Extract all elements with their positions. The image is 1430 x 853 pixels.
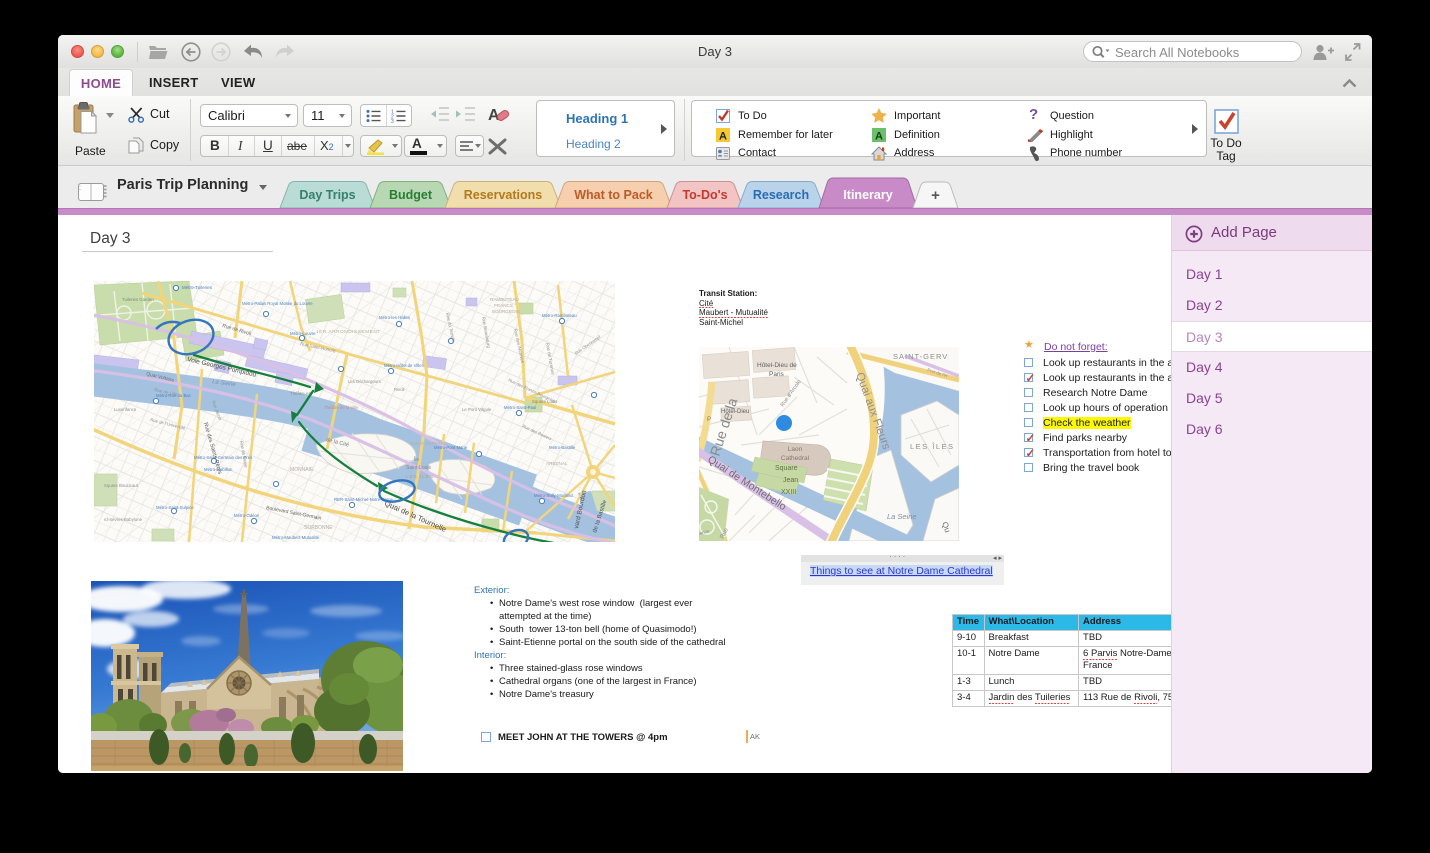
- svg-text:Day Trips: Day Trips: [299, 188, 355, 202]
- svg-text:Cathedral: Cathedral: [781, 455, 810, 462]
- svg-text:Jean: Jean: [783, 477, 798, 484]
- svg-text:Square: Square: [775, 465, 798, 472]
- svg-text:Laon: Laon: [788, 446, 803, 453]
- svg-text:Paris: Paris: [769, 371, 785, 378]
- svg-text:A: A: [719, 131, 727, 143]
- svg-text:BOURGEOIS: BOURGEOIS: [492, 309, 520, 314]
- svg-text:SAINT-GERV: SAINT-GERV: [893, 352, 948, 361]
- svg-text:Métro-Louvre: Métro-Louvre: [290, 331, 316, 336]
- svg-text:Saint-Louis: Saint-Louis: [406, 465, 432, 471]
- svg-text:Métro-Hôtel de Ville: Métro-Hôtel de Ville: [384, 363, 422, 368]
- svg-text:Luxenfance: Luxenfance: [114, 407, 137, 412]
- svg-text:Métro-les Halles: Métro-les Halles: [379, 315, 410, 320]
- svg-text:Métro-Saint-Paul: Métro-Saint-Paul: [504, 405, 536, 410]
- svg-text:XXIII: XXIII: [781, 489, 796, 496]
- svg-text:Hôtel-Dieu de: Hôtel-Dieu de: [757, 362, 797, 369]
- svg-text:Research: Research: [753, 188, 809, 202]
- svg-text:SAINT-GERVAIS: SAINT-GERVAIS: [410, 441, 445, 446]
- svg-text:Métro-Palais Royal Musée du Lo: Métro-Palais Royal Musée du Louvre: [242, 301, 313, 306]
- svg-text:Rivoli: Rivoli: [394, 387, 405, 392]
- svg-text:Île: Île: [413, 456, 420, 463]
- svg-text:MONNAIE: MONNAIE: [290, 467, 314, 473]
- svg-text:A: A: [875, 131, 883, 143]
- svg-text:LES ÎLES: LES ÎLES: [406, 473, 434, 479]
- svg-text:Théâtre Art: Théâtre Art: [290, 391, 312, 396]
- svg-text:FRANCS: FRANCS: [494, 303, 513, 308]
- svg-text:Square Boucicaut: Square Boucicaut: [104, 483, 139, 488]
- svg-text:Métro-Tuileries: Métro-Tuileries: [182, 285, 213, 290]
- svg-text:SORBONNE: SORBONNE: [304, 525, 333, 531]
- svg-text:rd-Sèvres-Babylone: rd-Sèvres-Babylone: [104, 517, 143, 522]
- svg-text:Métro-Odéon: Métro-Odéon: [234, 513, 260, 518]
- svg-text:Métro-Rambuteau: Métro-Rambuteau: [542, 313, 577, 318]
- svg-text:Budget: Budget: [389, 188, 433, 202]
- svg-text:ARSENAL: ARSENAL: [546, 461, 568, 466]
- svg-text:Le Pont Virgule: Le Pont Virgule: [462, 407, 492, 412]
- svg-text:Tuileries Garden: Tuileries Garden: [122, 297, 154, 302]
- svg-text:3: 3: [391, 119, 394, 123]
- svg-text:Théâtre de la Ville: Théâtre de la Ville: [324, 405, 359, 410]
- svg-text:Métro-Maubert-Mutualité: Métro-Maubert-Mutualité: [272, 535, 320, 540]
- svg-text:LES ÎLES: LES ÎLES: [910, 442, 955, 451]
- svg-text:Métro-Sully-Morland: Métro-Sully-Morland: [534, 493, 573, 498]
- svg-text:Reservations: Reservations: [464, 188, 543, 202]
- svg-text:1ER ARRONDISSEMENT: 1ER ARRONDISSEMENT: [316, 329, 381, 335]
- svg-text:P: P: [707, 417, 711, 423]
- svg-text:+: +: [931, 187, 940, 204]
- svg-text:Les Déchargeurs: Les Déchargeurs: [348, 379, 381, 384]
- svg-text:What to Pack: What to Pack: [574, 188, 653, 202]
- svg-text:To-Do's: To-Do's: [682, 188, 727, 202]
- svg-text:La Seine: La Seine: [887, 512, 917, 521]
- svg-text:Métro-Saint-Sulpice: Métro-Saint-Sulpice: [156, 505, 194, 510]
- svg-text:Itinerary: Itinerary: [843, 188, 892, 202]
- svg-text:Métro-Bastille: Métro-Bastille: [549, 445, 576, 450]
- svg-text:RAMBUTEAU: RAMBUTEAU: [490, 297, 519, 302]
